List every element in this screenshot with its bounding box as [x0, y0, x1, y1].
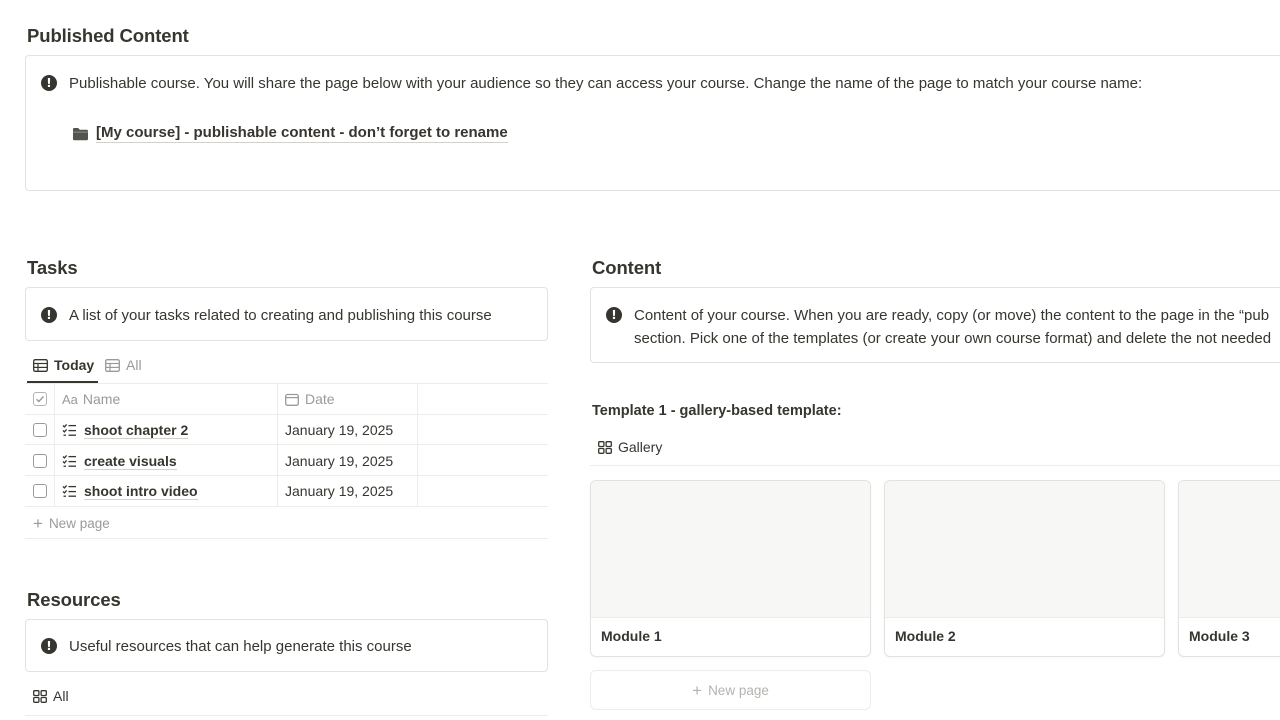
table-row-name[interactable]: create visuals [62, 450, 177, 472]
tab-all[interactable]: All [105, 348, 142, 382]
published-page-link[interactable]: [My course] - publishable content - don’… [72, 124, 508, 143]
resources-callout-text: Useful resources that can help generate … [69, 638, 412, 655]
card-cover [885, 481, 1164, 618]
checklist-icon [62, 423, 77, 437]
tasks-new-page-label: New page [48, 515, 110, 531]
tab-today-label: Today [54, 357, 95, 373]
content-callout: ! Content of your course. When you are r… [590, 287, 1280, 363]
exclamation-circle-icon: ! [41, 638, 57, 654]
gallery-icon [598, 440, 618, 454]
table-row-name[interactable]: shoot intro video [62, 480, 198, 502]
gallery-new-page-label: New page [708, 682, 769, 698]
resources-divider [25, 715, 548, 716]
row-checkbox[interactable] [33, 484, 47, 498]
content-callout-line2: section. Pick one of the templates (or c… [634, 330, 1272, 347]
table-divider [25, 383, 548, 384]
column-header-name-label: Name [82, 391, 121, 407]
row-checkbox[interactable] [33, 454, 47, 468]
card-title: Module 1 [601, 628, 662, 644]
published-page-link-label: [My course] - publishable content - don’… [96, 124, 508, 143]
table-divider [25, 414, 548, 415]
table-row-date[interactable]: January 19, 2025 [285, 450, 393, 472]
table-divider [25, 538, 548, 539]
table-divider [25, 475, 548, 476]
template-title: Template 1 - gallery-based template: [592, 403, 842, 419]
column-header-date-label: Date [305, 391, 335, 407]
published-callout: ! Publishable course. You will share the… [25, 55, 1280, 191]
resources-heading: Resources [27, 589, 121, 610]
content-callout-line1: Content of your course. When you are rea… [634, 307, 1270, 324]
row-name-label: create visuals [84, 452, 177, 470]
resources-callout: ! Useful resources that can help generat… [25, 619, 548, 672]
gallery-divider [590, 465, 1280, 466]
table-col-divider [417, 384, 418, 506]
card-title: Module 3 [1189, 628, 1250, 644]
gallery-card[interactable]: Module 3 [1178, 480, 1280, 657]
table-row-date[interactable]: January 19, 2025 [285, 419, 393, 441]
tasks-callout: ! A list of your tasks related to creati… [25, 287, 548, 341]
gallery-view-tab[interactable]: Gallery [598, 430, 662, 464]
table-icon [105, 358, 126, 372]
card-title: Module 2 [895, 628, 956, 644]
content-heading: Content [592, 257, 662, 278]
folder-icon [72, 127, 89, 141]
exclamation-circle-icon: ! [606, 307, 622, 323]
table-divider [25, 506, 548, 507]
tab-today[interactable]: Today [33, 348, 94, 382]
column-header-date[interactable]: Date [285, 388, 335, 410]
column-header-name[interactable]: Aa Name [62, 388, 120, 410]
calendar-icon [285, 393, 299, 406]
table-col-divider [54, 384, 55, 506]
row-checkbox[interactable] [33, 423, 47, 437]
row-name-label: shoot intro video [84, 482, 198, 500]
published-heading: Published Content [27, 25, 189, 46]
gallery-icon [33, 689, 53, 703]
text-property-icon: Aa [62, 391, 78, 407]
row-name-label: shoot chapter 2 [84, 421, 189, 439]
select-all-checkbox[interactable] [33, 392, 47, 406]
checklist-icon [62, 484, 77, 498]
card-cover [591, 481, 870, 618]
gallery-view-label: Gallery [618, 439, 663, 455]
table-col-divider [277, 384, 278, 506]
gallery-card[interactable]: Module 1 [590, 480, 871, 657]
table-divider [25, 444, 548, 445]
gallery-card[interactable]: Module 2 [884, 480, 1165, 657]
exclamation-circle-icon: ! [41, 75, 57, 91]
table-row-date[interactable]: January 19, 2025 [285, 480, 393, 502]
plus-icon: + [33, 513, 43, 533]
table-icon [33, 358, 54, 372]
resources-tab-all[interactable]: All [33, 679, 69, 713]
plus-icon: + [692, 680, 703, 700]
resources-tab-all-label: All [53, 688, 69, 704]
tasks-new-page-button[interactable]: + New page [33, 512, 110, 534]
checklist-icon [62, 454, 77, 468]
tasks-heading: Tasks [27, 257, 78, 278]
exclamation-circle-icon: ! [41, 307, 57, 323]
published-callout-text: Publishable course. You will share the p… [69, 75, 1143, 92]
card-cover [1179, 481, 1280, 618]
gallery-new-page-button[interactable]: + New page [590, 670, 871, 710]
tab-all-label: All [126, 357, 142, 373]
table-row-name[interactable]: shoot chapter 2 [62, 419, 189, 441]
tasks-callout-text: A list of your tasks related to creating… [69, 307, 492, 324]
